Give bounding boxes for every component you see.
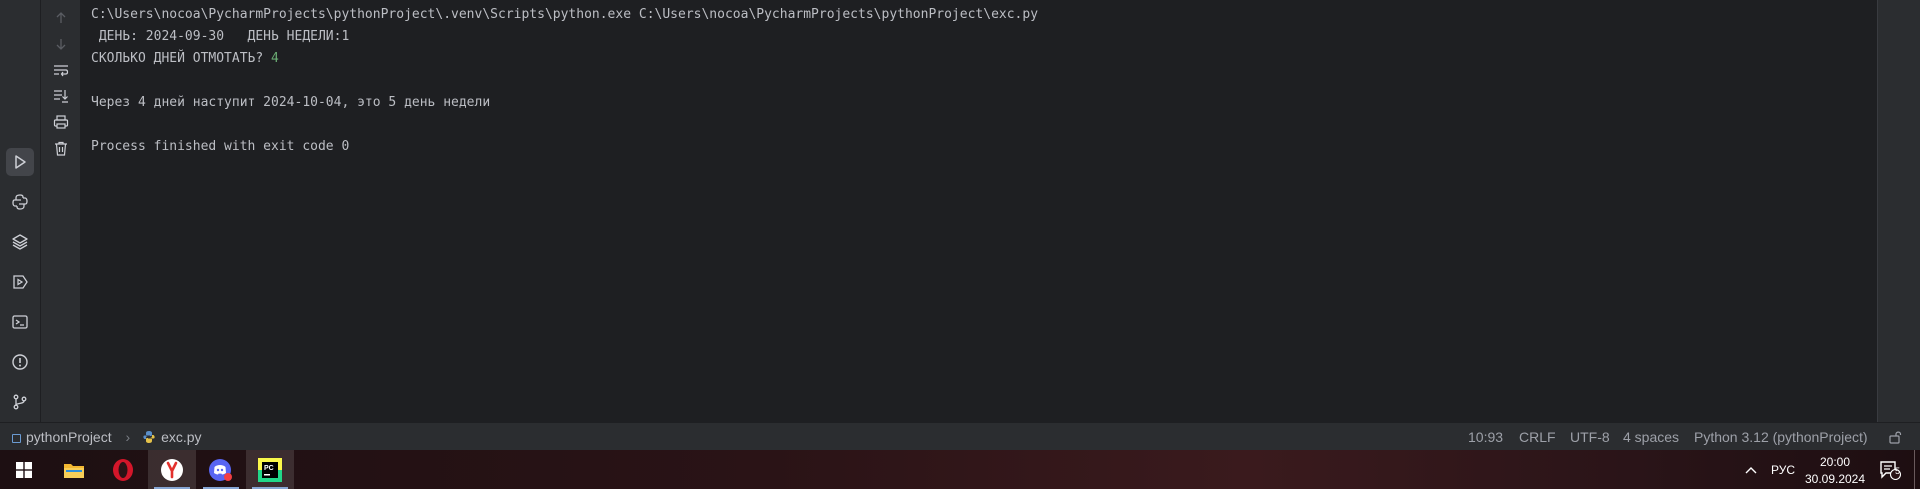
line-separator-widget[interactable]: CRLF (1519, 423, 1556, 451)
discord-icon (209, 458, 232, 481)
console-toolbar (40, 0, 81, 422)
show-hidden-icons-button[interactable] (1738, 450, 1764, 489)
input-language[interactable]: РУС (1771, 463, 1795, 477)
status-bar: pythonProject › exc.py 10:93 CRLF UTF-8 … (0, 422, 1920, 451)
problems-tool-button[interactable] (6, 348, 34, 376)
run-console[interactable]: C:\Users\nocoa\PycharmProjects\pythonPro… (81, 0, 1878, 422)
python-file-icon (143, 431, 155, 443)
terminal-icon (12, 315, 28, 329)
read-only-toggle[interactable] (1888, 423, 1902, 451)
windows-logo-icon (16, 461, 32, 478)
clock-date[interactable]: 30.09.2024 (1804, 472, 1866, 486)
encoding-widget[interactable]: UTF-8 (1570, 423, 1610, 451)
right-tool-window-bar (1877, 0, 1920, 422)
print-button[interactable] (51, 112, 71, 132)
console-line: Через 4 дней наступит 2024-10-04, это 5 … (91, 95, 491, 110)
clear-all-button[interactable] (51, 138, 71, 158)
pycharm-icon: PC (258, 457, 282, 482)
scroll-to-end-button[interactable] (51, 86, 71, 106)
taskbar-discord[interactable] (197, 450, 245, 489)
python-icon (12, 194, 28, 210)
breadcrumb-project[interactable]: pythonProject (26, 429, 112, 445)
arrow-up-icon (56, 12, 66, 23)
interpreter-widget[interactable]: Python 3.12 (pythonProject) (1694, 423, 1868, 451)
up-stack-button[interactable] (51, 8, 71, 28)
run-icon (15, 155, 26, 169)
show-desktop-button[interactable] (1914, 450, 1920, 489)
console-line: ДЕНЬ: 2024-09-30 ДЕНЬ НЕДЕЛИ:1 (91, 29, 350, 44)
git-tool-button[interactable] (6, 388, 34, 416)
git-icon (13, 394, 27, 410)
python-packages-tool-button[interactable] (6, 228, 34, 256)
breadcrumb-file[interactable]: exc.py (161, 429, 201, 445)
services-icon (13, 275, 28, 289)
printer-icon (53, 115, 69, 129)
folder-icon (64, 463, 84, 478)
scroll-to-end-icon (54, 90, 68, 103)
console-output: C:\Users\nocoa\PycharmProjects\pythonPro… (91, 4, 1038, 158)
services-tool-button[interactable] (6, 268, 34, 296)
chevron-up-icon (1745, 466, 1757, 473)
soft-wrap-button[interactable] (51, 60, 71, 80)
unlock-icon (1889, 431, 1902, 444)
taskbar-file-explorer[interactable] (50, 450, 98, 489)
python-console-tool-button[interactable] (6, 188, 34, 216)
console-line: СКОЛЬКО ДНЕЙ ОТМОТАТЬ? (91, 51, 272, 66)
down-stack-button[interactable] (51, 34, 71, 54)
yandex-browser-icon (161, 458, 183, 481)
layers-icon (12, 234, 28, 250)
console-line: Process finished with exit code 0 (91, 139, 350, 154)
action-center-button[interactable]: 5 (1870, 450, 1910, 489)
run-tool-button[interactable] (6, 148, 34, 176)
taskbar-pycharm[interactable]: PC (246, 450, 294, 489)
svg-text:PC: PC (264, 465, 274, 472)
windows-taskbar: PC РУС 20:00 30.09.2024 5 (0, 450, 1920, 489)
opera-icon (113, 458, 133, 481)
indent-widget[interactable]: 4 spaces (1623, 423, 1679, 451)
tool-window-bar (0, 0, 40, 422)
trash-icon (55, 141, 67, 156)
arrow-down-icon (56, 39, 66, 50)
console-line: C:\Users\nocoa\PycharmProjects\pythonPro… (91, 7, 1039, 22)
caret-position[interactable]: 10:93 (1468, 423, 1503, 451)
chevron-right-icon: › (125, 429, 131, 445)
module-icon (12, 433, 21, 443)
soft-wrap-icon (54, 65, 69, 77)
taskbar-opera[interactable] (99, 450, 147, 489)
terminal-tool-button[interactable] (6, 308, 34, 336)
breadcrumb[interactable]: pythonProject › exc.py (12, 423, 202, 451)
user-input-text: 4 (271, 51, 279, 66)
clock-time[interactable]: 20:00 (1815, 455, 1855, 469)
notification-count-badge: 5 (1895, 466, 1901, 476)
taskbar-yandex-browser[interactable] (148, 450, 196, 489)
problems-icon (12, 354, 28, 370)
start-button[interactable] (0, 450, 48, 489)
